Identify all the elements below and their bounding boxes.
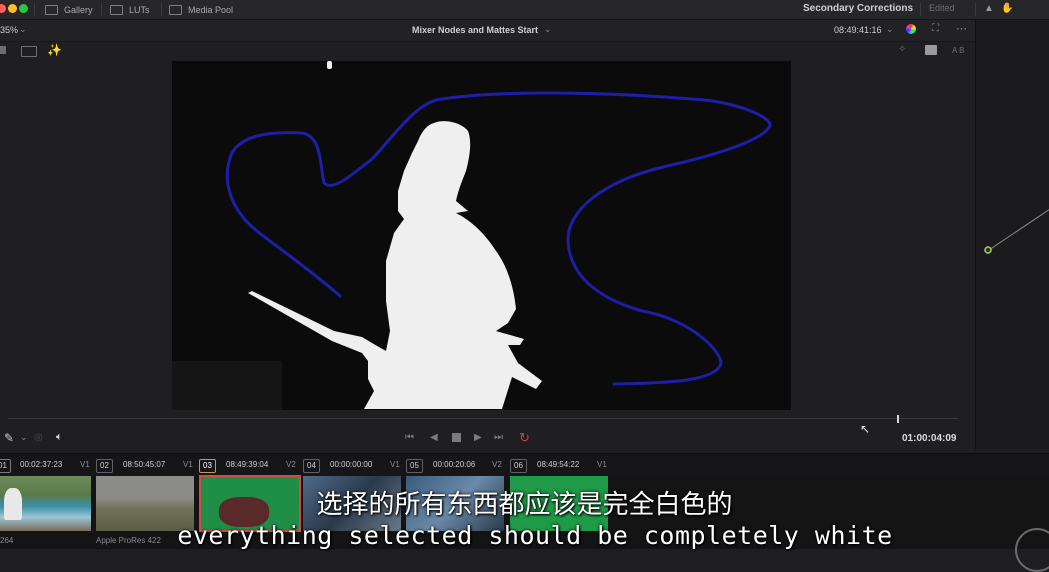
color-wheel-icon[interactable] <box>906 24 916 34</box>
speaker-icon[interactable]: 🔈︎ <box>56 431 63 444</box>
clip-timecode: 08:49:54:22 <box>537 460 580 469</box>
maximize-window-button[interactable] <box>19 4 28 13</box>
clip-track: V1 <box>390 460 400 469</box>
media-pool-icon <box>169 4 182 15</box>
skip-back-icon[interactable]: ⏮︎ <box>405 432 414 443</box>
viewer-header: 35% ⌄ Mixer Nodes and Mattes Start ⌄ 08:… <box>0 20 975 42</box>
clip-track: V1 <box>597 460 607 469</box>
ab-compare-toggle[interactable]: A B <box>952 46 964 55</box>
clip-info-bar: 01 00:02:37:23 V1 02 08:50:45:07 V1 03 0… <box>0 453 1049 477</box>
edited-status: Edited <box>929 3 955 13</box>
minimize-window-button[interactable] <box>8 4 17 13</box>
gallery-icon <box>45 4 58 15</box>
clip-number-02[interactable]: 02 <box>96 459 113 473</box>
step-back-icon[interactable]: ◀︎ <box>430 432 438 443</box>
transport-bar: ✎ ⌄ ◎ 🔈︎ ⏮︎ ◀︎ ▶︎ ⏭︎ ↻ ↖ 01:00:04:09 <box>0 415 975 453</box>
eyedropper-icon[interactable]: ✎ <box>4 431 14 445</box>
clip-number-06[interactable]: 06 <box>510 459 527 473</box>
pointer-tool-icon[interactable]: ▲ <box>984 3 994 14</box>
clip-number-01[interactable]: 01 <box>0 459 11 473</box>
loop-icon[interactable]: ↻ <box>519 430 530 446</box>
play-icon[interactable]: ▶︎ <box>474 432 482 443</box>
mouse-cursor-icon: ↖ <box>860 422 871 436</box>
chevron-down-icon[interactable]: ⌄ <box>544 24 552 35</box>
highlight-icon[interactable]: ✧ <box>898 44 906 55</box>
chevron-down-icon[interactable]: ⌄ <box>20 432 28 443</box>
clip-track: V2 <box>286 460 296 469</box>
clip-timecode: 00:02:37:23 <box>20 460 63 469</box>
chevron-down-icon[interactable]: ⌄ <box>886 24 894 35</box>
scrub-track[interactable] <box>8 418 958 419</box>
video-clip-icon[interactable] <box>925 45 937 55</box>
top-toolbar: Gallery LUTs Media Pool Secondary Correc… <box>0 0 1049 20</box>
layout-icon[interactable] <box>21 46 37 57</box>
tab-media-pool[interactable]: Media Pool <box>169 0 233 19</box>
stop-icon[interactable] <box>452 433 461 442</box>
close-window-button[interactable] <box>0 4 6 13</box>
clip-timecode: 08:50:45:07 <box>123 460 166 469</box>
node-output-port[interactable] <box>984 246 992 254</box>
clip-timecode: 00:00:20:06 <box>433 460 476 469</box>
luts-icon <box>110 4 123 15</box>
clip-number-03[interactable]: 03 <box>199 459 216 473</box>
clip-timecode: 08:49:39:04 <box>226 460 269 469</box>
matte-silhouette <box>248 121 542 409</box>
subtitle-chinese: 选择的所有东西都应该是完全白色的 <box>316 490 733 520</box>
viewer-title[interactable]: Mixer Nodes and Mattes Start <box>412 25 538 35</box>
source-timecode[interactable]: 08:49:41:16 <box>834 25 882 35</box>
node-connection-line <box>988 209 1049 251</box>
node-panel-title: Secondary Corrections <box>803 3 914 14</box>
magic-wand-icon[interactable]: ✨ <box>47 43 62 57</box>
tab-gallery[interactable]: Gallery <box>45 0 93 19</box>
chevron-down-icon[interactable]: ⌄ <box>19 24 27 35</box>
tab-luts[interactable]: LUTs <box>110 0 150 19</box>
clip-track: V1 <box>80 460 90 469</box>
playhead-timecode: 01:00:04:09 <box>902 433 957 444</box>
clip-number-05[interactable]: 05 <box>406 459 423 473</box>
clip-timecode: 00:00:00:00 <box>330 460 373 469</box>
hand-tool-icon[interactable]: ✋ <box>1001 3 1013 14</box>
skip-forward-icon[interactable]: ⏭︎ <box>494 432 503 443</box>
clip-track: V2 <box>492 460 502 469</box>
scrub-playhead[interactable] <box>897 415 899 423</box>
node-editor-panel[interactable] <box>975 20 1049 449</box>
clip-track: V1 <box>183 460 193 469</box>
highlight-mode-icon[interactable]: ◎ <box>34 432 43 443</box>
viewer-tool-row: ✨ ✧ A B <box>0 42 975 60</box>
viewer-frame-matte[interactable] <box>172 61 791 410</box>
panel-toggle-icon[interactable] <box>0 46 6 54</box>
more-options-icon[interactable]: ⋯ <box>956 22 967 35</box>
fullscreen-icon[interactable]: ⛶ <box>932 23 939 34</box>
zoom-select[interactable]: 35% <box>0 25 18 35</box>
subtitle-english: everything selected should be completely… <box>177 521 893 550</box>
clip-number-04[interactable]: 04 <box>303 459 320 473</box>
